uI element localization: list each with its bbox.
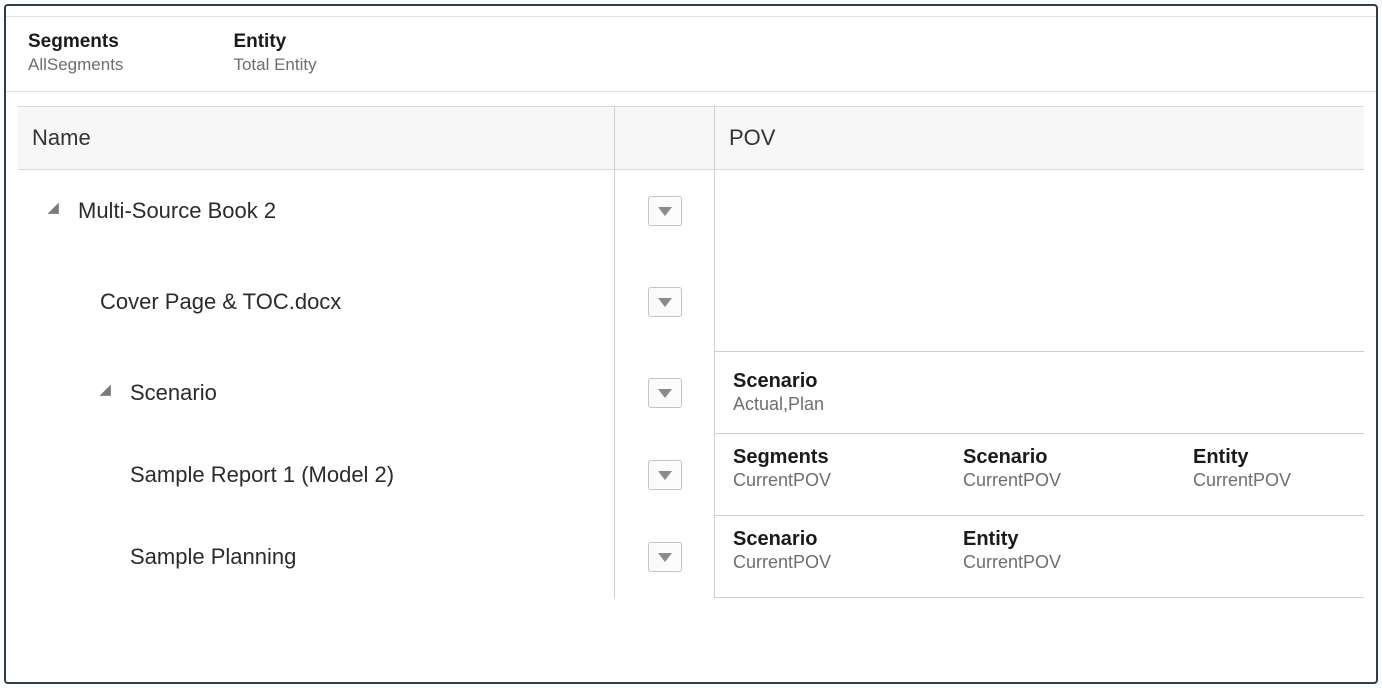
pov-item-label: Entity	[963, 528, 1103, 551]
pov-item-label: Scenario	[733, 370, 873, 393]
pov-item-value: CurrentPOV	[733, 470, 873, 491]
tree-row-planning[interactable]: Sample Planning	[18, 516, 615, 598]
actions-cell	[615, 352, 715, 434]
content-area: Name POV Multi-Source Book 2 Cover Page …	[6, 92, 1376, 612]
pov-bar: Segments AllSegments Entity Total Entity	[6, 16, 1376, 92]
tree-node-label: Multi-Source Book 2	[78, 198, 276, 224]
pov-item-value: CurrentPOV	[733, 552, 873, 573]
row-actions-menu-button[interactable]	[648, 542, 682, 572]
tree-row-book[interactable]: Multi-Source Book 2	[18, 170, 615, 252]
actions-cell	[615, 252, 715, 352]
pov-item-segments[interactable]: Segments CurrentPOV	[733, 446, 873, 491]
pov-cell: Segments CurrentPOV Scenario CurrentPOV …	[715, 434, 1364, 516]
tree-row-scenario[interactable]: Scenario	[18, 352, 615, 434]
tree-row-report[interactable]: Sample Report 1 (Model 2)	[18, 434, 615, 516]
column-header-pov: POV	[715, 106, 1364, 170]
column-header-label: Name	[32, 125, 91, 150]
tree-grid: Name POV Multi-Source Book 2 Cover Page …	[18, 106, 1364, 598]
pov-item-value: CurrentPOV	[963, 470, 1103, 491]
row-actions-menu-button[interactable]	[648, 460, 682, 490]
row-actions-menu-button[interactable]	[648, 196, 682, 226]
pov-cell-empty	[715, 252, 1364, 352]
row-actions-menu-button[interactable]	[648, 378, 682, 408]
tree-node-label: Sample Planning	[130, 544, 296, 570]
tree-node-label: Sample Report 1 (Model 2)	[130, 462, 394, 488]
pov-cell-empty	[715, 170, 1364, 252]
caret-down-icon	[658, 553, 672, 562]
pov-item-value: CurrentPOV	[963, 552, 1103, 573]
dimension-value: Total Entity	[233, 55, 316, 75]
tree-node-label: Scenario	[130, 380, 217, 406]
caret-down-icon	[658, 298, 672, 307]
dimension-value: AllSegments	[28, 55, 123, 75]
expand-icon[interactable]	[48, 203, 65, 220]
pov-item-label: Scenario	[733, 528, 873, 551]
tree-node-label: Cover Page & TOC.docx	[100, 289, 341, 315]
row-actions-menu-button[interactable]	[648, 287, 682, 317]
pov-item-scenario[interactable]: Scenario Actual,Plan	[733, 370, 873, 415]
app-frame: Segments AllSegments Entity Total Entity…	[4, 4, 1378, 684]
pov-item-scenario[interactable]: Scenario CurrentPOV	[963, 446, 1103, 491]
actions-cell	[615, 434, 715, 516]
pov-item-label: Scenario	[963, 446, 1103, 469]
pov-item-value: Actual,Plan	[733, 394, 873, 415]
pov-dimension-segments[interactable]: Segments AllSegments	[28, 31, 123, 75]
pov-cell: Scenario Actual,Plan	[715, 352, 1364, 434]
pov-item-entity[interactable]: Entity CurrentPOV	[963, 528, 1103, 573]
pov-item-label: Entity	[1193, 446, 1333, 469]
pov-item-entity[interactable]: Entity CurrentPOV	[1193, 446, 1333, 491]
actions-cell	[615, 170, 715, 252]
column-header-actions	[615, 106, 715, 170]
caret-down-icon	[658, 207, 672, 216]
pov-item-value: CurrentPOV	[1193, 470, 1333, 491]
actions-cell	[615, 516, 715, 598]
dimension-label: Segments	[28, 31, 123, 53]
column-header-label: POV	[729, 125, 775, 150]
pov-item-scenario[interactable]: Scenario CurrentPOV	[733, 528, 873, 573]
pov-item-label: Segments	[733, 446, 873, 469]
caret-down-icon	[658, 471, 672, 480]
pov-dimension-entity[interactable]: Entity Total Entity	[233, 31, 316, 75]
pov-cell: Scenario CurrentPOV Entity CurrentPOV	[715, 516, 1364, 598]
column-header-name: Name	[18, 106, 615, 170]
expand-icon[interactable]	[100, 385, 117, 402]
dimension-label: Entity	[233, 31, 316, 53]
tree-row-doc[interactable]: Cover Page & TOC.docx	[18, 252, 615, 352]
caret-down-icon	[658, 389, 672, 398]
